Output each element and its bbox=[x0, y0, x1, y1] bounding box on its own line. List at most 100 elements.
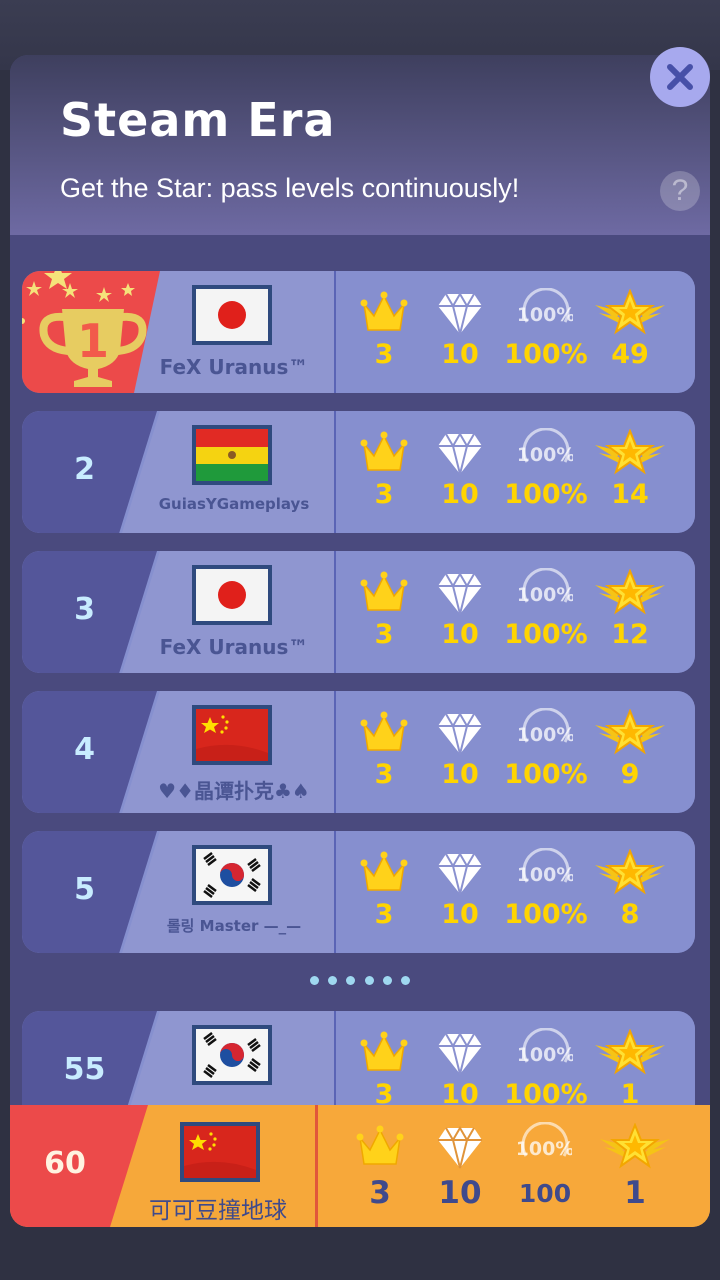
leaderboard-row[interactable]: 1 FeX Uranus™ 3 10 100% 100% 49 bbox=[22, 271, 695, 393]
stars-value: 12 bbox=[611, 619, 649, 650]
trophy-icon: 1 bbox=[22, 271, 158, 391]
perfect-stat: 100% 100% bbox=[504, 831, 588, 953]
player-name: GuiasYGameplays bbox=[158, 495, 310, 513]
diamonds-stat: 10 bbox=[420, 831, 500, 953]
stars-stat: 1 bbox=[590, 1011, 670, 1105]
crown-icon bbox=[344, 1027, 424, 1079]
china-flag-icon bbox=[180, 1122, 260, 1182]
help-button[interactable]: ? bbox=[660, 171, 700, 211]
diamond-icon bbox=[420, 1027, 500, 1079]
diamond-icon bbox=[420, 427, 500, 479]
svg-text:100%: 100% bbox=[519, 1044, 573, 1066]
leaderboard-row[interactable]: 4 ♥♦晶谭扑克♣♠ 3 10 100% 100% 9 bbox=[22, 691, 695, 813]
diamonds-stat: 10 bbox=[420, 271, 500, 393]
winged-star-icon bbox=[590, 287, 670, 339]
diamond-icon bbox=[420, 707, 500, 759]
leaderboard-row[interactable]: 55 3 10 100% 100% 1 bbox=[22, 1011, 695, 1105]
crowns-stat: 3 bbox=[344, 691, 424, 813]
diamonds-value: 10 bbox=[441, 759, 479, 790]
stars-stat: 49 bbox=[590, 271, 670, 393]
svg-text:1: 1 bbox=[77, 314, 109, 368]
crown-icon bbox=[344, 287, 424, 339]
svg-text:100%: 100% bbox=[519, 724, 573, 746]
diamonds-stat: 10 bbox=[420, 1105, 500, 1227]
winged-star-icon bbox=[590, 427, 670, 479]
stars-stat: 1 bbox=[595, 1105, 675, 1227]
perfect-stat: 100% 100% bbox=[504, 551, 588, 673]
diamonds-value: 10 bbox=[441, 479, 479, 510]
winged-star-icon bbox=[590, 567, 670, 619]
close-button[interactable] bbox=[650, 47, 710, 107]
rank-number: 55 bbox=[63, 1052, 106, 1087]
stars-value: 14 bbox=[611, 479, 649, 510]
crowns-stat: 3 bbox=[340, 1105, 420, 1227]
diamond-icon bbox=[420, 567, 500, 619]
perfect-stat: 100% 100 bbox=[505, 1105, 585, 1227]
svg-text:100%: 100% bbox=[518, 1138, 572, 1160]
svg-text:100%: 100% bbox=[519, 864, 573, 886]
stars-stat: 8 bbox=[590, 831, 670, 953]
player-name: 可可豆撞地球 bbox=[149, 1198, 287, 1224]
crowns-stat: 3 bbox=[344, 271, 424, 393]
stars-stat: 14 bbox=[590, 411, 670, 533]
hundred-percent-icon: 100% bbox=[506, 707, 586, 759]
leaderboard-row[interactable]: 2 GuiasYGameplays 3 10 100% 100% 14 bbox=[22, 411, 695, 533]
winged-star-icon bbox=[590, 847, 670, 899]
winged-star-icon bbox=[595, 1121, 675, 1173]
winged-star-icon bbox=[590, 707, 670, 759]
hundred-percent-icon: 100% bbox=[506, 847, 586, 899]
stars-value: 1 bbox=[624, 1175, 646, 1211]
hundred-percent-icon: 100% bbox=[506, 1027, 586, 1079]
crown-icon bbox=[340, 1121, 420, 1173]
hundred-percent-icon: 100% bbox=[505, 1121, 585, 1173]
perfect-stat: 100% 100% bbox=[504, 691, 588, 813]
japan-flag-icon bbox=[192, 565, 272, 625]
hundred-percent-icon: 100% bbox=[506, 427, 586, 479]
korea-flag-icon bbox=[192, 1025, 272, 1085]
crowns-stat: 3 bbox=[344, 411, 424, 533]
diamonds-stat: 10 bbox=[420, 1011, 500, 1105]
diamond-icon bbox=[420, 287, 500, 339]
perfect-stat: 100% 100% bbox=[504, 1011, 588, 1105]
svg-text:100%: 100% bbox=[519, 304, 573, 326]
stars-value: 8 bbox=[620, 899, 640, 930]
pagination-dots bbox=[310, 976, 410, 988]
diamonds-stat: 10 bbox=[420, 691, 500, 813]
china-flag-icon bbox=[192, 705, 272, 765]
player-name: 롤링 Master —_— bbox=[166, 917, 302, 935]
leaderboard-row[interactable]: 5 롤링 Master —_— 3 10 100% 100% 8 bbox=[22, 831, 695, 953]
player-name: FeX Uranus™ bbox=[159, 355, 309, 379]
korea-flag-icon bbox=[192, 845, 272, 905]
page-title: Steam Era bbox=[60, 93, 336, 147]
close-icon bbox=[667, 64, 693, 90]
perfect-stat: 100% 100% bbox=[504, 271, 588, 393]
diamonds-value: 10 bbox=[441, 619, 479, 650]
crowns-stat: 3 bbox=[344, 831, 424, 953]
winged-star-icon bbox=[590, 1027, 670, 1079]
diamond-icon bbox=[420, 1121, 500, 1173]
diamonds-stat: 10 bbox=[420, 551, 500, 673]
leaderboard-list[interactable]: 1 FeX Uranus™ 3 10 100% 100% 49 2 GuiasYGameplay… bbox=[10, 235, 710, 1105]
crown-icon bbox=[344, 427, 424, 479]
diamonds-stat: 10 bbox=[420, 411, 500, 533]
hundred-percent-icon: 100% bbox=[506, 567, 586, 619]
hundred-percent-icon: 100% bbox=[506, 287, 586, 339]
my-rank-content[interactable]: 60 可可豆撞地球 3 10 100% 100 1 bbox=[10, 1105, 710, 1227]
diamonds-value: 10 bbox=[441, 339, 479, 370]
rank-number: 60 bbox=[44, 1146, 86, 1181]
stars-value: 49 bbox=[611, 339, 649, 370]
page-subtitle: Get the Star: pass levels continuously! bbox=[60, 173, 520, 203]
svg-text:100%: 100% bbox=[519, 444, 573, 466]
stars-stat: 12 bbox=[590, 551, 670, 673]
bolivia-flag-icon bbox=[192, 425, 272, 485]
perfect-value: 100 bbox=[518, 1179, 572, 1208]
header: Steam Era Get the Star: pass levels cont… bbox=[10, 55, 710, 235]
stars-stat: 9 bbox=[590, 691, 670, 813]
diamonds-value: 10 bbox=[441, 1079, 479, 1105]
crown-icon bbox=[344, 567, 424, 619]
leaderboard-row[interactable]: 3 FeX Uranus™ 3 10 100% 100% 12 bbox=[22, 551, 695, 673]
stars-value: 9 bbox=[620, 759, 640, 790]
my-rank-row[interactable]: 60 可可豆撞地球 3 10 100% 100 1 bbox=[10, 1105, 710, 1227]
svg-text:100%: 100% bbox=[519, 584, 573, 606]
crown-icon bbox=[344, 847, 424, 899]
